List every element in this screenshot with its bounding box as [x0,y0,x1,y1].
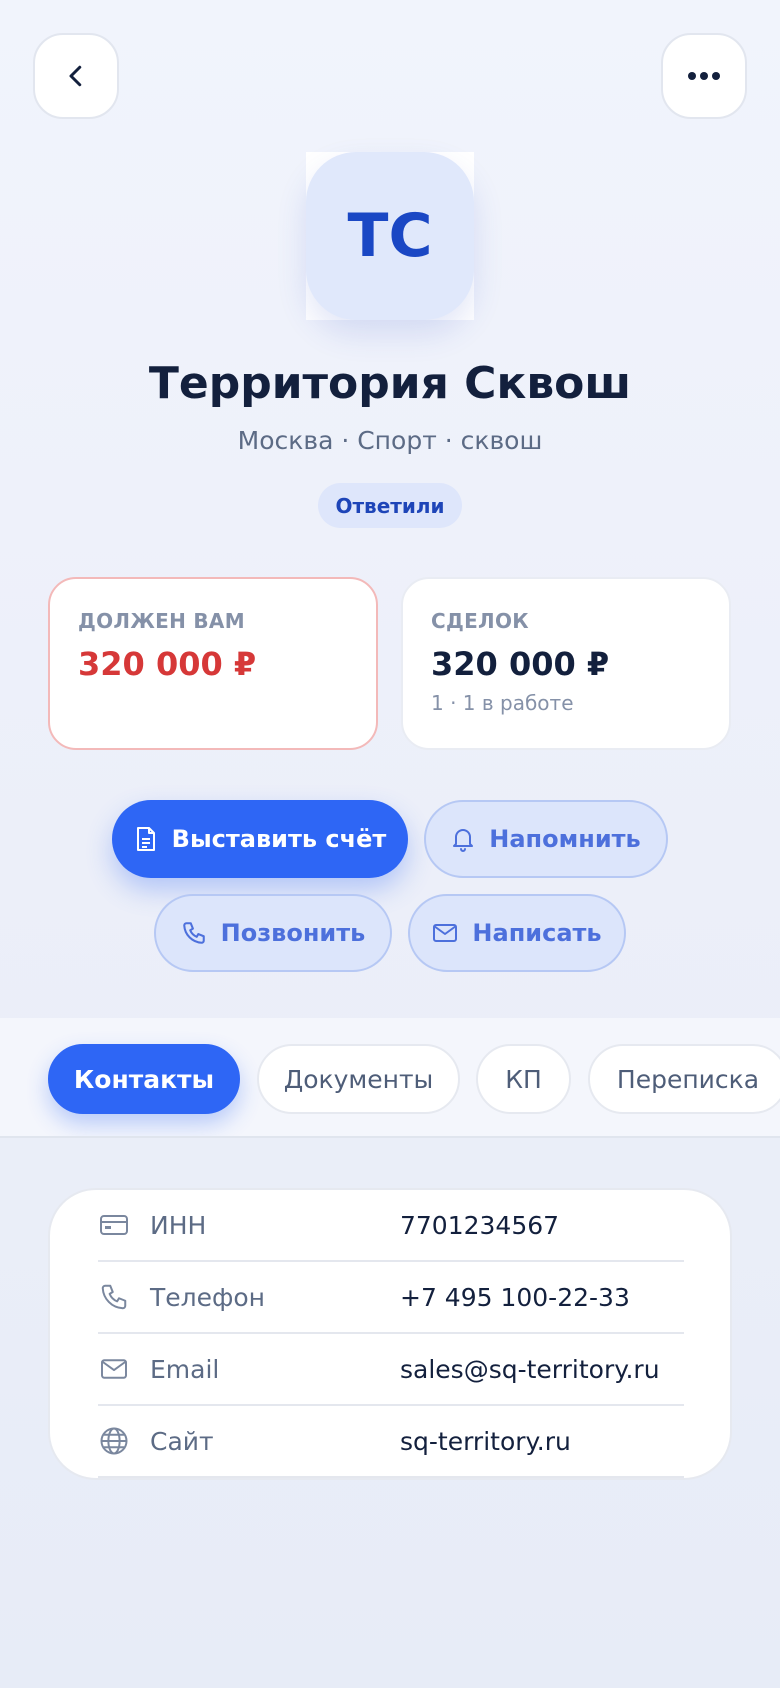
avatar-container: ТС [306,152,474,320]
more-button[interactable] [661,33,747,119]
contact-label: Телефон [150,1282,266,1312]
tab-correspondence[interactable]: Переписка [588,1044,780,1114]
more-dots-icon [688,72,720,80]
issue-invoice-button[interactable]: Выставить счёт [112,800,408,878]
tabs-bar: Контакты Документы КП Переписка [0,1018,780,1138]
company-avatar: ТС [306,152,474,320]
write-label: Написать [472,919,602,947]
issue-invoice-label: Выставить счёт [171,825,387,853]
debt-label: ДОЛЖЕН ВАМ [78,609,245,633]
deals-label: СДЕЛОК [431,609,529,633]
company-subtitle: Москва · Спорт · сквош [237,426,543,455]
contact-row-email: Email sales@sq-territory.ru [98,1334,684,1406]
back-button[interactable] [33,33,119,119]
contact-row-site: Сайт sq-territory.ru [98,1406,684,1478]
chevron-left-icon [69,65,82,87]
status-badge: Ответили [318,483,462,528]
document-icon [136,827,155,851]
contact-value[interactable]: +7 495 100-22-33 [400,1283,630,1312]
tab-documents[interactable]: Документы [257,1044,460,1114]
phone-icon [182,922,205,944]
contact-row-inn: ИНН 7701234567 [98,1190,684,1262]
mail-icon [433,924,458,942]
phone-icon [98,1281,130,1313]
contact-label: Сайт [150,1426,214,1456]
debt-card: ДОЛЖЕН ВАМ 320 000 ₽ [48,577,378,750]
globe-icon [98,1425,130,1457]
remind-button[interactable]: Напомнить [424,800,668,878]
contact-value[interactable]: sales@sq-territory.ru [400,1355,660,1384]
bell-icon [453,829,474,852]
remind-label: Напомнить [489,825,641,853]
deals-card: СДЕЛОК 320 000 ₽ 1 · 1 в работе [401,577,731,750]
call-button[interactable]: Позвонить [154,894,392,972]
write-button[interactable]: Написать [408,894,626,972]
mail-icon [98,1353,130,1385]
deals-value: 320 000 ₽ [431,645,610,683]
contact-row-phone: Телефон +7 495 100-22-33 [98,1262,684,1334]
debt-value: 320 000 ₽ [78,645,257,683]
page-title: Территория Сквош [148,358,632,409]
contact-label: ИНН [150,1210,207,1240]
deals-sub: 1 · 1 в работе [431,691,574,715]
contact-label: Email [150,1354,220,1384]
tab-kp[interactable]: КП [476,1044,571,1114]
tab-contacts[interactable]: Контакты [48,1044,240,1114]
card-icon [98,1209,130,1241]
call-label: Позвонить [220,919,366,947]
contact-value[interactable]: 7701234567 [400,1211,559,1240]
contacts-card: ИНН 7701234567 Телефон +7 495 100-22-33 … [48,1188,732,1480]
contact-value[interactable]: sq-territory.ru [400,1427,571,1456]
